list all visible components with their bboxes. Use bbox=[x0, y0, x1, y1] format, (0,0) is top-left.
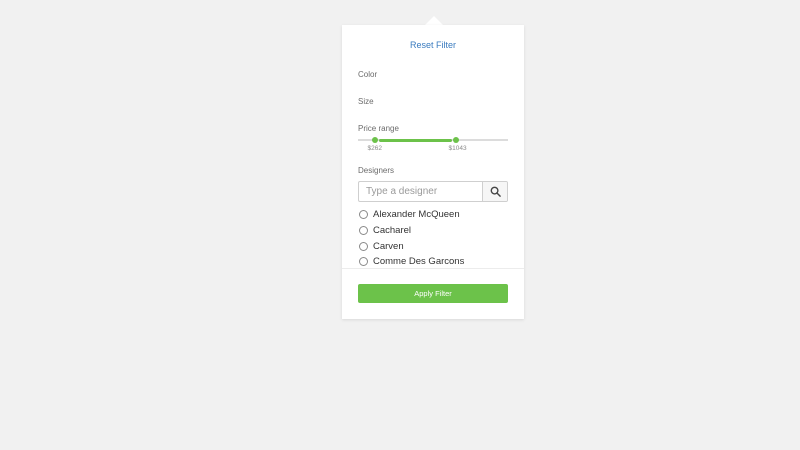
radio-button[interactable] bbox=[359, 226, 368, 236]
designer-option-label: Comme Des Garcons bbox=[373, 256, 465, 267]
designers-section-label: Designers bbox=[358, 166, 395, 175]
radio-button[interactable] bbox=[359, 210, 368, 220]
designer-option[interactable]: Carven bbox=[358, 238, 518, 254]
designer-option[interactable]: Alexander McQueen bbox=[358, 207, 518, 223]
apply-filter-button[interactable]: Apply Filter bbox=[358, 284, 508, 303]
price-max-handle[interactable] bbox=[452, 137, 459, 143]
designer-option[interactable]: Comme Des Garcons bbox=[358, 254, 518, 267]
designer-search-input[interactable] bbox=[359, 182, 482, 201]
radio-button[interactable] bbox=[359, 241, 368, 251]
designer-list: Alexander McQueen Cacharel Carven Comme Des… bbox=[358, 207, 518, 267]
price-min-label: $262 bbox=[367, 145, 382, 152]
designer-option-label: Carven bbox=[373, 240, 404, 252]
popover-caret bbox=[425, 16, 443, 25]
designer-option-label: Cacharel bbox=[373, 225, 412, 237]
price-range-label: Price range bbox=[358, 124, 399, 133]
designer-search bbox=[358, 181, 508, 202]
price-max-label: $1043 bbox=[448, 145, 467, 152]
radio-button[interactable] bbox=[359, 257, 368, 267]
size-section-label[interactable]: Size bbox=[358, 97, 374, 106]
designer-option[interactable]: Cacharel bbox=[358, 223, 518, 239]
filter-panel: Reset Filter Color Size Price range $262… bbox=[342, 25, 524, 319]
search-icon bbox=[490, 186, 501, 197]
price-min-handle[interactable] bbox=[371, 137, 378, 143]
footer-divider bbox=[342, 268, 524, 269]
search-button[interactable] bbox=[482, 182, 507, 201]
color-section-label[interactable]: Color bbox=[358, 70, 377, 79]
reset-filter-link[interactable]: Reset Filter bbox=[342, 40, 524, 50]
designer-option-label: Alexander McQueen bbox=[373, 209, 460, 221]
price-slider-track[interactable] bbox=[358, 138, 508, 142]
price-slider-range bbox=[378, 138, 452, 142]
